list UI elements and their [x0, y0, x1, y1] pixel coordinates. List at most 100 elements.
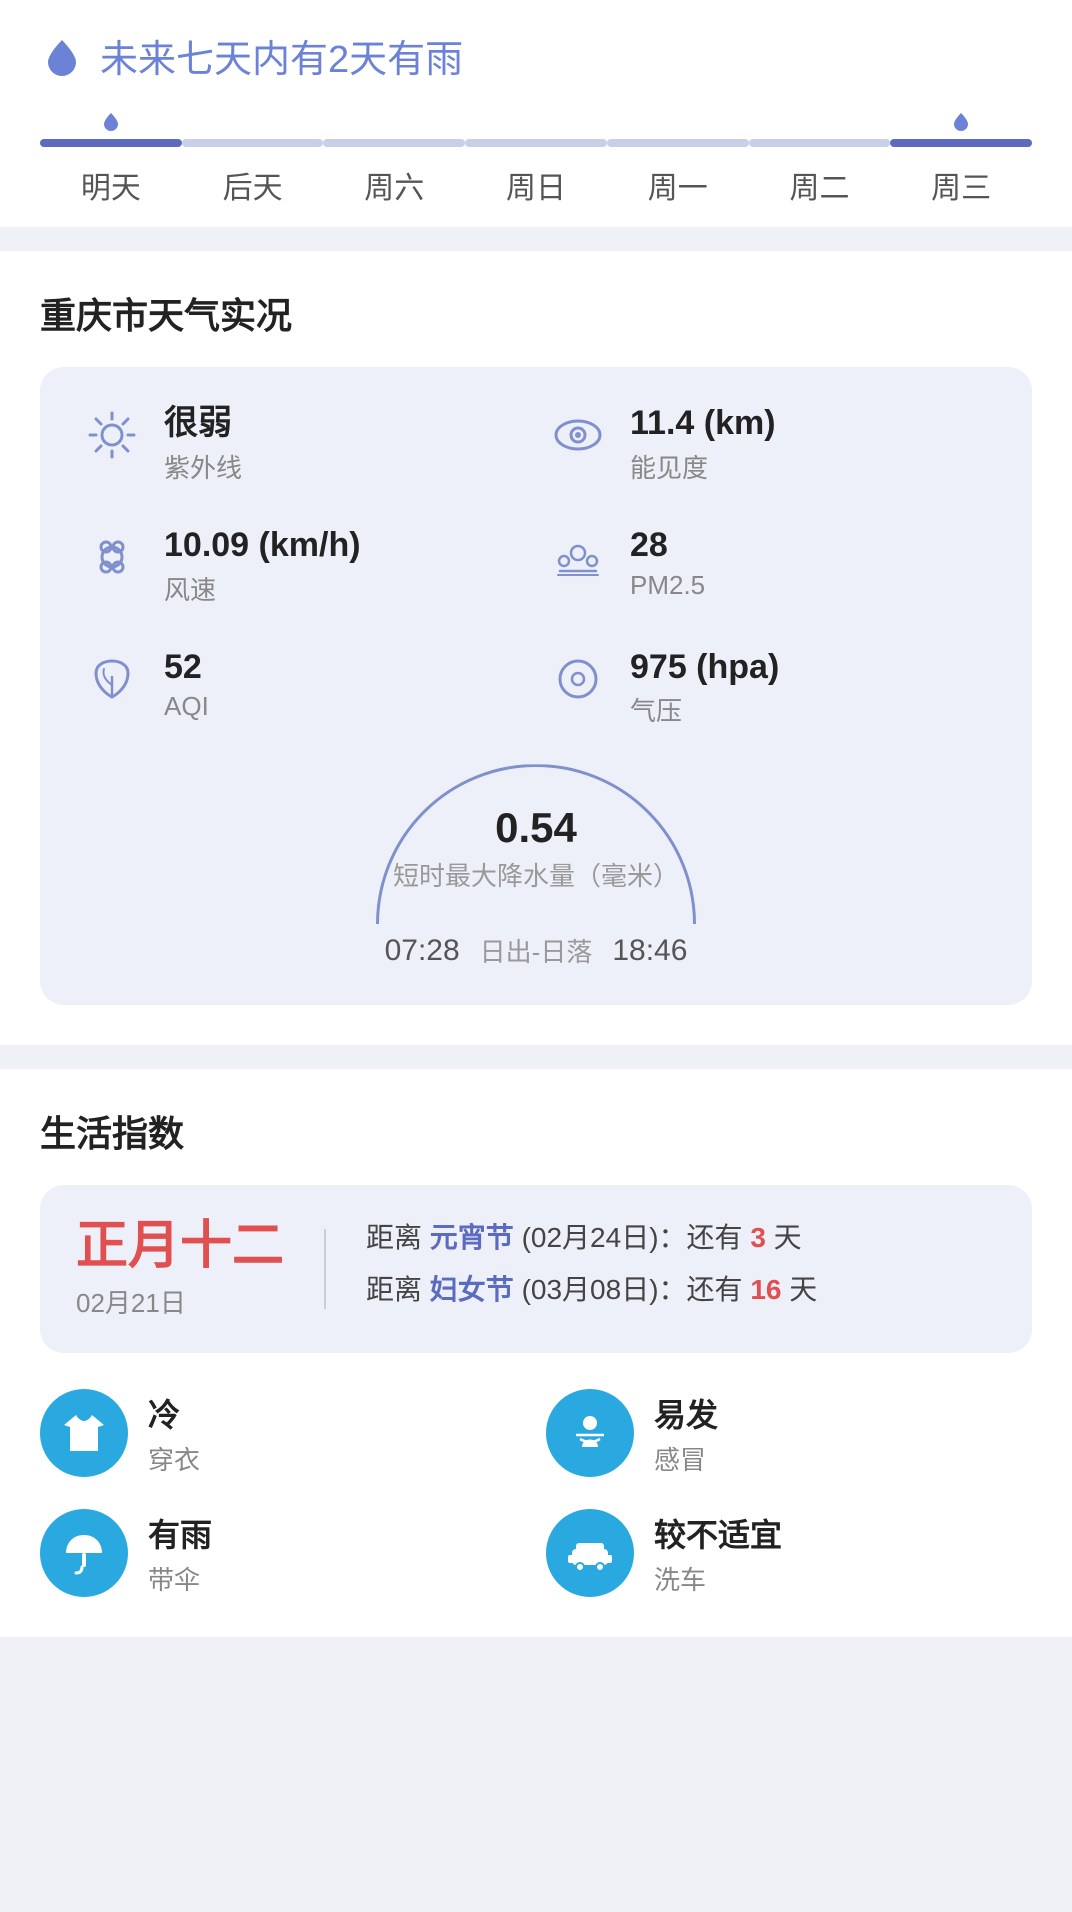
festival-info: 距离 元宵节 (02月24日)：还有 3 天 距离 妇女节 (03月08日)：还…: [366, 1217, 996, 1321]
precipitation-section: 0.54 短时最大降水量（毫米） 07:28 日出-日落 18:46: [80, 764, 992, 969]
festival-name-1: 妇女节: [430, 1274, 514, 1305]
pressure-info: 975 (hpa) 气压: [630, 647, 779, 729]
sunset-time: 18:46: [612, 934, 687, 968]
life-item-cold: 易发 感冒: [546, 1389, 1032, 1477]
tab-bar-2: [323, 139, 465, 147]
aqi-info: 52 AQI: [164, 647, 209, 723]
cold-icon: [566, 1409, 614, 1457]
wind-value: 10.09 (km/h): [164, 525, 361, 566]
pressure-label: 气压: [630, 691, 779, 728]
precip-label: 短时最大降水量（毫米）: [376, 856, 696, 893]
clothes-value: 冷: [148, 1390, 200, 1436]
festival-row-1: 距离 妇女节 (03月08日)：还有 16 天: [366, 1269, 996, 1311]
rain-dot-0: [101, 111, 121, 131]
leaf-icon: [80, 647, 144, 711]
visibility-value: 11.4 (km): [630, 403, 776, 444]
tab-houtian[interactable]: 后天: [182, 111, 324, 227]
cold-value: 易发: [654, 1390, 718, 1436]
sunrise-time: 07:28: [385, 934, 460, 968]
visibility-info: 11.4 (km) 能见度: [630, 403, 776, 485]
tab-label-0: 明天: [81, 155, 141, 227]
tab-bar-1: [182, 139, 324, 147]
precipitation-gauge: 0.54 短时最大降水量（毫米）: [376, 764, 696, 924]
tab-label-3: 周日: [506, 155, 566, 227]
tab-label-5: 周二: [789, 155, 849, 227]
weather-item-visibility: 11.4 (km) 能见度: [546, 403, 992, 485]
weather-card: 很弱 紫外线 11.4 (km) 能见度: [40, 367, 1032, 1005]
weather-section: 重庆市天气实况: [0, 251, 1072, 1045]
weather-item-uv: 很弱 紫外线: [80, 403, 526, 485]
day-tabs: 明天 后天 周六 周日 周一 周二: [40, 111, 1032, 227]
life-grid: 冷 穿衣 易发 感冒: [40, 1389, 1032, 1597]
clothes-icon: [60, 1409, 108, 1457]
lunar-date: 正月十二: [76, 1218, 284, 1275]
weather-grid: 很弱 紫外线 11.4 (km) 能见度: [80, 403, 992, 728]
umbrella-icon: [60, 1529, 108, 1577]
uv-icon: [80, 403, 144, 467]
rain-drop-icon: [40, 34, 84, 78]
uv-value: 很弱: [164, 403, 242, 444]
festival-row-0: 距离 元宵节 (02月24日)：还有 3 天: [366, 1217, 996, 1259]
cold-info: 易发 感冒: [654, 1390, 718, 1477]
festival-days-0: 3: [750, 1222, 766, 1253]
tab-bar-4: [607, 139, 749, 147]
clothes-info: 冷 穿衣: [148, 1390, 200, 1477]
wind-icon: [80, 525, 144, 589]
tab-zhouliu[interactable]: 周六: [323, 111, 465, 227]
tab-label-4: 周一: [648, 155, 708, 227]
tab-bar-3: [465, 139, 607, 147]
carwash-icon-wrap: [546, 1509, 634, 1597]
life-item-umbrella: 有雨 带伞: [40, 1509, 526, 1597]
carwash-info: 较不适宜 洗车: [654, 1510, 782, 1597]
header-title-row: 未来七天内有2天有雨: [40, 28, 1032, 83]
tab-zhounsan[interactable]: 周三: [890, 111, 1032, 227]
tab-zhouyi[interactable]: 周一: [607, 111, 749, 227]
weather-item-wind: 10.09 (km/h) 风速: [80, 525, 526, 607]
festival-name-0: 元宵节: [430, 1222, 514, 1253]
umbrella-icon-wrap: [40, 1509, 128, 1597]
cold-label: 感冒: [654, 1440, 718, 1477]
clothes-icon-wrap: [40, 1389, 128, 1477]
weather-item-pm25: 28 PM2.5: [546, 525, 992, 607]
aqi-value: 52: [164, 647, 209, 688]
calendar-card: 正月十二 02月21日 距离 元宵节 (02月24日)：还有 3 天 距离 妇女…: [40, 1185, 1032, 1353]
cold-icon-wrap: [546, 1389, 634, 1477]
umbrella-label: 带伞: [148, 1560, 212, 1597]
pressure-icon: [546, 647, 610, 711]
wind-info: 10.09 (km/h) 风速: [164, 525, 361, 607]
tab-label-1: 后天: [223, 155, 283, 227]
tab-label-2: 周六: [364, 155, 424, 227]
life-section: 生活指数 正月十二 02月21日 距离 元宵节 (02月24日)：还有 3 天 …: [0, 1069, 1072, 1637]
header-title: 未来七天内有2天有雨: [100, 28, 463, 83]
carwash-icon: [566, 1529, 614, 1577]
solar-date: 02月21日: [76, 1283, 284, 1320]
tab-bar-6: [890, 139, 1032, 147]
tab-mingitian[interactable]: 明天: [40, 111, 182, 227]
header-section: 未来七天内有2天有雨 明天 后天 周六 周日: [0, 0, 1072, 227]
eye-icon: [546, 403, 610, 467]
pm25-label: PM2.5: [630, 570, 705, 601]
umbrella-info: 有雨 带伞: [148, 1510, 212, 1597]
carwash-value: 较不适宜: [654, 1510, 782, 1556]
tab-zhouer[interactable]: 周二: [749, 111, 891, 227]
precip-value: 0.54: [376, 804, 696, 852]
life-item-clothes: 冷 穿衣: [40, 1389, 526, 1477]
umbrella-value: 有雨: [148, 1510, 212, 1556]
life-item-carwash: 较不适宜 洗车: [546, 1509, 1032, 1597]
tab-zhouris[interactable]: 周日: [465, 111, 607, 227]
uv-label: 紫外线: [164, 448, 242, 485]
pm25-value: 28: [630, 525, 705, 566]
weather-section-title: 重庆市天气实况: [40, 287, 1032, 339]
sunrise-row: 07:28 日出-日落 18:46: [385, 932, 688, 969]
weather-item-aqi: 52 AQI: [80, 647, 526, 729]
uv-info: 很弱 紫外线: [164, 403, 242, 485]
festival-days-1: 16: [750, 1274, 781, 1305]
gauge-text: 0.54 短时最大降水量（毫米）: [376, 804, 696, 893]
weather-item-pressure: 975 (hpa) 气压: [546, 647, 992, 729]
pressure-value: 975 (hpa): [630, 647, 779, 688]
rain-dot-6: [951, 111, 971, 131]
life-section-title: 生活指数: [40, 1105, 1032, 1157]
pm25-info: 28 PM2.5: [630, 525, 705, 601]
aqi-label: AQI: [164, 691, 209, 722]
calendar-divider: [324, 1229, 326, 1309]
